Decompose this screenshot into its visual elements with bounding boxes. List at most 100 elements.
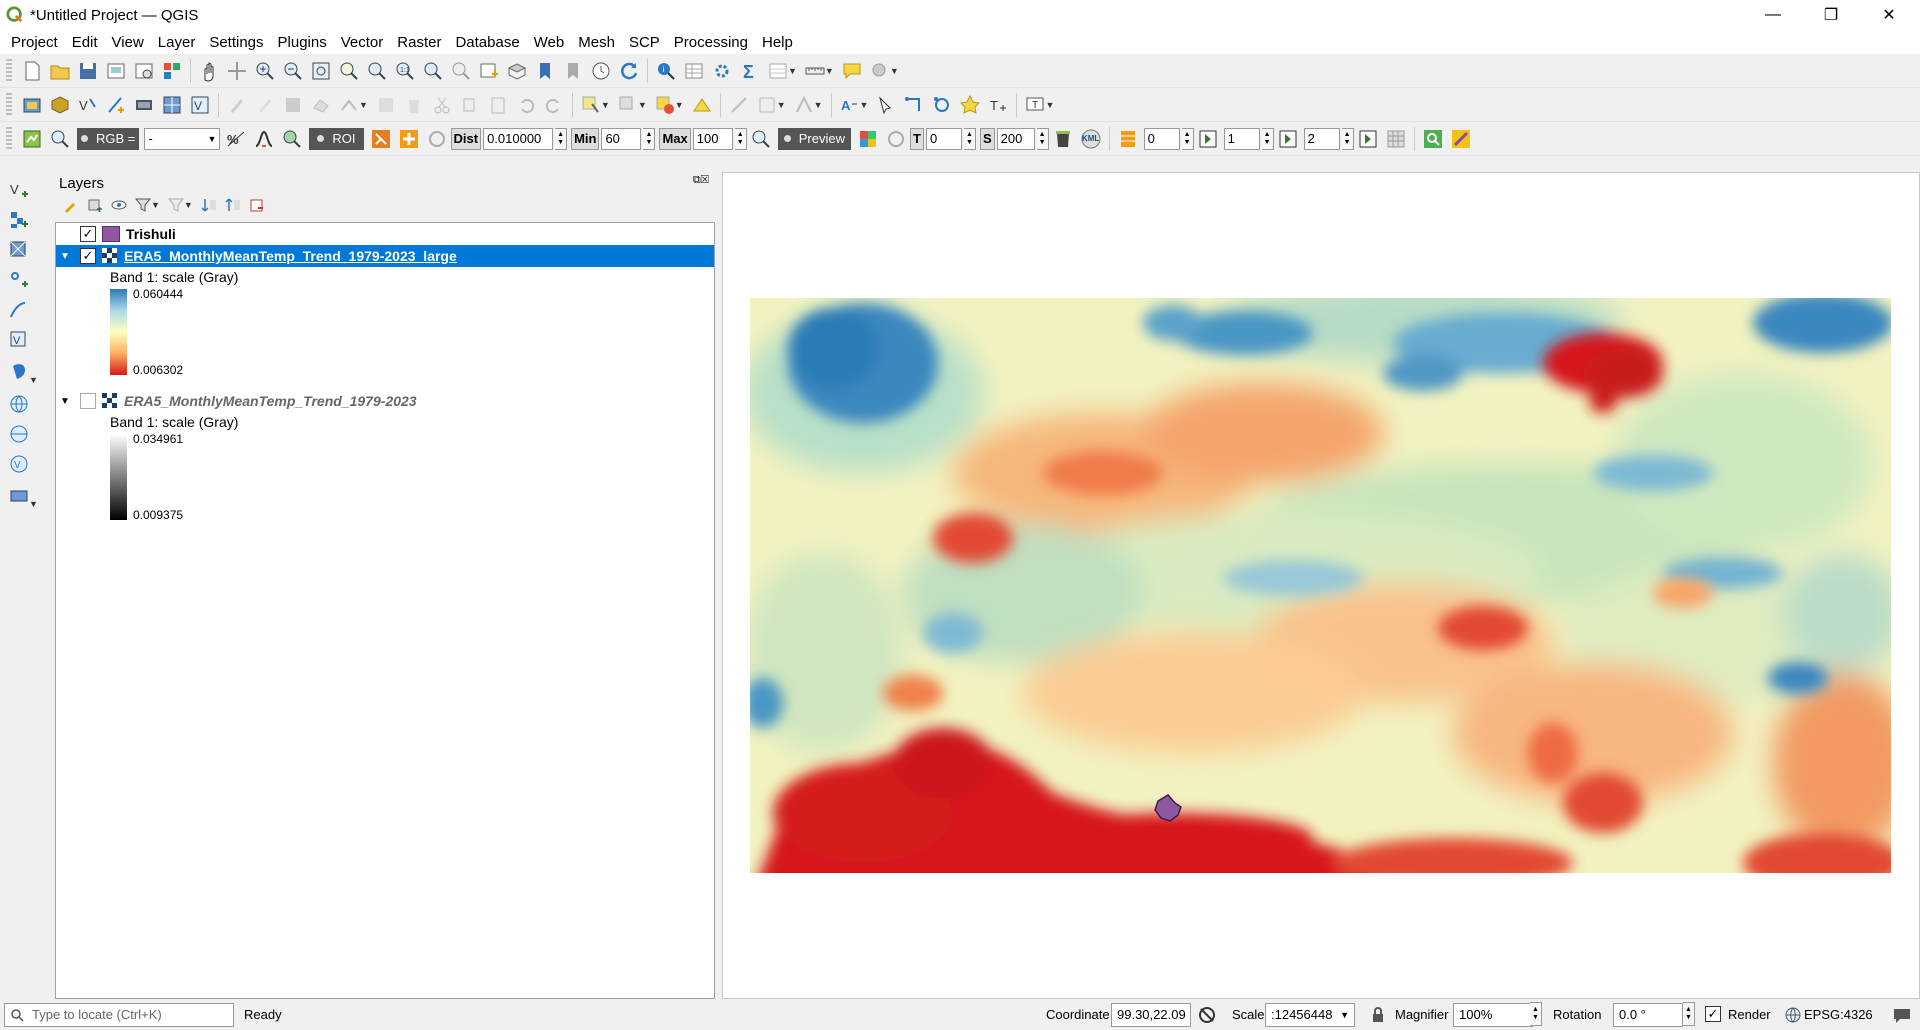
scp-dock-icon[interactable]: [18, 125, 46, 153]
band-c-go-icon[interactable]: [1354, 125, 1382, 153]
show-bookmarks-icon[interactable]: [559, 57, 587, 85]
new-shapefile-layer-icon[interactable]: V: [74, 91, 102, 119]
expand-all-icon[interactable]: [197, 194, 221, 216]
toggle-editing-icon[interactable]: [251, 91, 279, 119]
max-spinner[interactable]: ▲ ▼: [734, 127, 747, 150]
band-a-go-icon[interactable]: [1194, 125, 1222, 153]
crs-globe-icon[interactable]: [1784, 1006, 1802, 1024]
layer-visibility-checkbox[interactable]: ✓: [80, 226, 96, 242]
scp-zoom-roi-icon[interactable]: [278, 125, 306, 153]
scp-search-icon[interactable]: [1419, 125, 1447, 153]
menu-project[interactable]: Project: [4, 34, 65, 51]
add-raster-layer-icon[interactable]: [5, 206, 33, 234]
menu-view[interactable]: View: [105, 34, 151, 51]
zoom-to-layer-icon[interactable]: [363, 57, 391, 85]
add-wfs-layer-icon[interactable]: V: [5, 450, 33, 478]
s-input[interactable]: 200: [996, 127, 1035, 150]
collapse-arrow-icon[interactable]: ▼: [56, 396, 74, 407]
menu-layer[interactable]: Layer: [151, 34, 203, 51]
pan-to-selection-icon[interactable]: [223, 57, 251, 85]
menu-help[interactable]: Help: [755, 34, 800, 51]
add-virtual-layer-icon[interactable]: V: [5, 326, 33, 354]
menu-settings[interactable]: Settings: [202, 34, 270, 51]
redo-roi-icon[interactable]: [423, 125, 451, 153]
band-a-input[interactable]: 0: [1143, 127, 1180, 150]
virtual-layer-icon[interactable]: V: [186, 91, 214, 119]
restore-button[interactable]: ❐: [1802, 0, 1860, 30]
new-bookmark-icon[interactable]: [531, 57, 559, 85]
menu-database[interactable]: Database: [448, 34, 526, 51]
cut-features-icon[interactable]: [428, 91, 456, 119]
band-a-spinner[interactable]: ▲ ▼: [1181, 127, 1194, 150]
menu-processing[interactable]: Processing: [667, 34, 755, 51]
undo-icon[interactable]: [512, 91, 540, 119]
s-spinner[interactable]: ▲ ▼: [1036, 127, 1049, 150]
rgb-combo[interactable]: - ▼: [144, 127, 221, 150]
style-layer-icon[interactable]: [59, 194, 83, 216]
map-tips-icon[interactable]: [838, 57, 866, 85]
rgb-toggle-button[interactable]: RGB =: [77, 127, 140, 150]
create-roi-icon[interactable]: [367, 125, 395, 153]
new-print-layout-icon[interactable]: [102, 57, 130, 85]
move-label-icon[interactable]: [900, 91, 928, 119]
crs-label[interactable]: EPSG:4326: [1804, 1007, 1873, 1022]
collapse-all-icon[interactable]: [221, 194, 245, 216]
scale-combo[interactable]: :12456448 ▼: [1265, 1002, 1355, 1027]
close-button[interactable]: ✕: [1860, 0, 1918, 30]
select-by-location-icon[interactable]: [688, 91, 716, 119]
collapse-arrow-icon[interactable]: ▼: [56, 251, 74, 262]
zoom-to-selection-icon[interactable]: [335, 57, 363, 85]
band-b-go-icon[interactable]: [1274, 125, 1302, 153]
layer-row-era5[interactable]: ▼ ERA5_MonthlyMeanTemp_Trend_1979-2023: [56, 390, 714, 412]
rotation-spinner[interactable]: ▲ ▼: [1683, 1002, 1695, 1026]
layer-row-trishuli[interactable]: ✓ Trishuli: [56, 223, 714, 245]
identify-features-icon[interactable]: i: [652, 57, 680, 85]
add-mesh-layer-icon[interactable]: [5, 236, 33, 264]
pan-map-icon[interactable]: [195, 57, 223, 85]
zoom-full-icon[interactable]: [307, 57, 335, 85]
magnifier-input[interactable]: 100%: [1453, 1002, 1533, 1027]
redo-preview-icon[interactable]: [882, 125, 910, 153]
new-project-icon[interactable]: [18, 57, 46, 85]
local-cumulative-stretch-icon[interactable]: %: [222, 125, 250, 153]
zoom-preview-icon[interactable]: [747, 125, 775, 153]
toggle-extents-icon[interactable]: [1197, 1005, 1217, 1025]
modify-attributes-icon[interactable]: [372, 91, 400, 119]
temporal-controller-icon[interactable]: [587, 57, 615, 85]
remove-temp-files-icon[interactable]: [1049, 125, 1077, 153]
add-delimited-text-icon[interactable]: [5, 266, 33, 294]
layout-manager-icon[interactable]: [130, 57, 158, 85]
current-edits-icon[interactable]: [223, 91, 251, 119]
menu-edit[interactable]: Edit: [65, 34, 105, 51]
render-checkbox[interactable]: ✓: [1705, 1006, 1721, 1022]
new-temporary-layer-icon[interactable]: [102, 91, 130, 119]
delete-selected-icon[interactable]: [400, 91, 428, 119]
add-wcs-layer-icon[interactable]: [5, 420, 33, 448]
band-set-icon[interactable]: [1114, 125, 1142, 153]
highlight-pinned-icon[interactable]: [956, 91, 984, 119]
coordinate-input[interactable]: 99.30,22.09: [1111, 1002, 1191, 1027]
add-feature-icon[interactable]: [307, 91, 335, 119]
data-source-manager-icon[interactable]: [18, 91, 46, 119]
messages-icon[interactable]: [1892, 1006, 1912, 1024]
new-virtual-layer-icon[interactable]: [130, 91, 158, 119]
statistical-summary-icon[interactable]: Σ: [736, 57, 764, 85]
scp-tools-icon[interactable]: [1447, 125, 1475, 153]
add-wms-layer-icon[interactable]: [5, 390, 33, 418]
band-b-spinner[interactable]: ▲ ▼: [1261, 127, 1274, 150]
layer-visibility-checkbox[interactable]: ✓: [80, 248, 96, 264]
new-map-view-icon[interactable]: [475, 57, 503, 85]
processing-toolbox-icon[interactable]: [708, 57, 736, 85]
zoom-last-icon[interactable]: [419, 57, 447, 85]
t-spinner[interactable]: ▲ ▼: [963, 127, 976, 150]
map-canvas[interactable]: [722, 172, 1920, 999]
locator-search-input[interactable]: Type to locate (Ctrl+K): [4, 1002, 234, 1027]
menu-scp[interactable]: SCP: [622, 34, 667, 51]
redo-icon[interactable]: [540, 91, 568, 119]
panel-float-close-icon[interactable]: ⧉☒: [693, 174, 709, 187]
pin-labels-icon[interactable]: [872, 91, 900, 119]
zoom-in-icon[interactable]: [251, 57, 279, 85]
band-b-input[interactable]: 1: [1223, 127, 1260, 150]
min-spinner[interactable]: ▲ ▼: [643, 127, 656, 150]
menu-mesh[interactable]: Mesh: [571, 34, 622, 51]
